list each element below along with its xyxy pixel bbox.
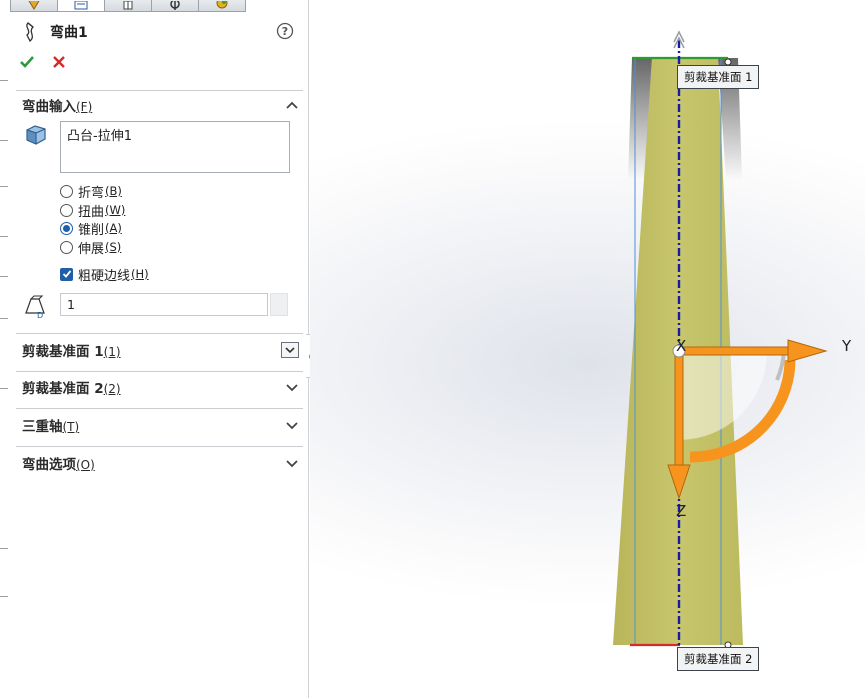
chevron-down-icon[interactable]	[285, 456, 299, 470]
triad-ring-gap	[775, 351, 786, 381]
rigid-edges-label: 粗硬边线	[78, 268, 131, 284]
section-bend-options[interactable]: 弯曲选项(O)	[16, 451, 303, 475]
axis-x-label: X	[676, 337, 687, 355]
display-manager-icon	[216, 0, 228, 8]
triad-rotation-disk	[679, 352, 767, 440]
dimxpert-icon	[170, 0, 180, 10]
model-scene	[613, 30, 828, 649]
radio-bend-type-taper[interactable]: 锥削 (A)	[60, 219, 122, 238]
tab-dimxpert-manager[interactable]	[151, 0, 199, 12]
section-triad-label: 三重轴	[22, 419, 63, 435]
section-triad[interactable]: 三重轴(T)	[16, 413, 303, 437]
svg-text:D: D	[37, 311, 43, 319]
radio-flex[interactable]	[60, 184, 73, 198]
section-divider	[16, 446, 303, 447]
section-trim-plane-2-label: 剪裁基准面 2	[22, 381, 104, 397]
bodies-selection-box[interactable]: 凸台-拉伸1	[60, 121, 290, 173]
rigid-edges-checkbox[interactable]	[60, 267, 73, 281]
rigid-edges-key: (H)	[131, 267, 149, 281]
taper-factor-input[interactable]	[60, 293, 268, 316]
radio-taper-label: 锥削	[78, 222, 105, 238]
cancel-icon[interactable]	[52, 55, 66, 69]
help-icon[interactable]: ?	[276, 22, 294, 40]
tab-feature-manager[interactable]	[10, 0, 58, 12]
radio-flex-key: (B)	[105, 184, 122, 198]
radio-flex-label: 折弯	[78, 185, 105, 201]
section-bend-options-key: (O)	[76, 458, 95, 472]
tab-display-manager[interactable]	[198, 0, 246, 12]
taper-factor-spinner[interactable]	[270, 293, 288, 316]
feature-title: 弯曲1	[50, 25, 88, 41]
ruler-tick	[0, 186, 8, 187]
svg-text:?: ?	[282, 25, 288, 38]
manager-tabs	[10, 0, 246, 12]
section-divider	[16, 333, 303, 334]
radio-twist[interactable]	[60, 203, 73, 217]
tab-property-manager[interactable]	[57, 0, 105, 12]
graphics-area[interactable]: 剪裁基准面 1 剪裁基准面 2 X Y Z	[310, 0, 865, 698]
chevron-down-icon	[285, 347, 295, 354]
section-bend-input-label: 弯曲输入	[22, 99, 76, 115]
axis-y-label: Y	[842, 337, 852, 355]
radio-twist-key: (W)	[105, 203, 126, 217]
section-bend-input-key: (F)	[76, 100, 93, 114]
section-triad-key: (T)	[62, 420, 80, 434]
radio-twist-label: 扭曲	[78, 204, 105, 220]
ruler-tick	[0, 140, 8, 141]
selected-body[interactable]: 凸台-拉伸1	[67, 129, 132, 144]
ruler-tick	[0, 548, 8, 549]
check-icon	[62, 270, 71, 278]
radio-stretch-label: 伸展	[78, 241, 105, 257]
section-divider	[16, 371, 303, 372]
axis-z-label: Z	[676, 502, 687, 520]
section-trim-plane-2-key: (2)	[103, 382, 121, 396]
section-bend-options-label: 弯曲选项	[22, 457, 76, 473]
rigid-edges-option[interactable]: 粗硬边线 (H)	[60, 265, 149, 284]
chevron-down-icon[interactable]	[285, 418, 299, 432]
ruler-tick	[0, 596, 8, 597]
radio-stretch-key: (S)	[105, 240, 122, 254]
trim-plane-2-callout[interactable]: 剪裁基准面 2	[677, 647, 760, 671]
triad-y-arrow-shaft[interactable]	[681, 346, 793, 356]
chevron-down-icon[interactable]	[285, 380, 299, 394]
property-manager-icon	[74, 0, 88, 9]
feature-title-row: 弯曲1 ?	[22, 20, 298, 44]
configuration-icon	[123, 0, 133, 9]
section-trim-plane-1-label: 剪裁基准面 1	[22, 344, 104, 360]
radio-stretch[interactable]	[60, 240, 73, 254]
section-trim-plane-1-key: (1)	[103, 345, 121, 359]
ruler-tick	[0, 276, 8, 277]
ruler-tick	[0, 318, 8, 319]
ruler-tick	[0, 80, 8, 81]
confirm-icon[interactable]	[20, 55, 34, 69]
triad-z-arrow-shaft[interactable]	[674, 354, 684, 471]
section-trim-plane-2[interactable]: 剪裁基准面 2(2)	[16, 375, 303, 399]
triad-y-arrow-head[interactable]	[787, 339, 828, 363]
radio-bend-type-flex[interactable]: 折弯 (B)	[60, 182, 122, 201]
radio-taper-key: (A)	[105, 221, 122, 235]
ruler-tick	[0, 388, 8, 389]
ok-cancel-bar	[20, 55, 66, 69]
section-trim-plane-1[interactable]: 剪裁基准面 1(1)	[16, 338, 303, 362]
radio-bend-type-stretch[interactable]: 伸展 (S)	[60, 238, 122, 257]
bend-feature-icon	[26, 22, 34, 42]
feature-tree-icon	[28, 0, 40, 10]
taper-factor-icon: D	[25, 295, 45, 319]
section-divider	[16, 90, 303, 91]
ruler-tick	[0, 236, 8, 237]
radio-bend-type-twist[interactable]: 扭曲 (W)	[60, 201, 126, 220]
section-bend-input[interactable]: 弯曲输入(F)	[16, 93, 303, 117]
radio-taper[interactable]	[60, 221, 73, 235]
solid-body-icon	[26, 125, 46, 145]
trim-plane-1-callout[interactable]: 剪裁基准面 1	[677, 65, 760, 89]
expand-trim-plane-1[interactable]	[281, 342, 299, 358]
tab-configuration-manager[interactable]	[104, 0, 152, 12]
property-manager: 弯曲1 ? 弯曲输入(F) 凸台-拉伸1 折弯 (B) 扭曲 (W) 锥削 (A)	[0, 0, 318, 698]
chevron-up-icon[interactable]	[285, 98, 299, 112]
section-divider	[16, 408, 303, 409]
